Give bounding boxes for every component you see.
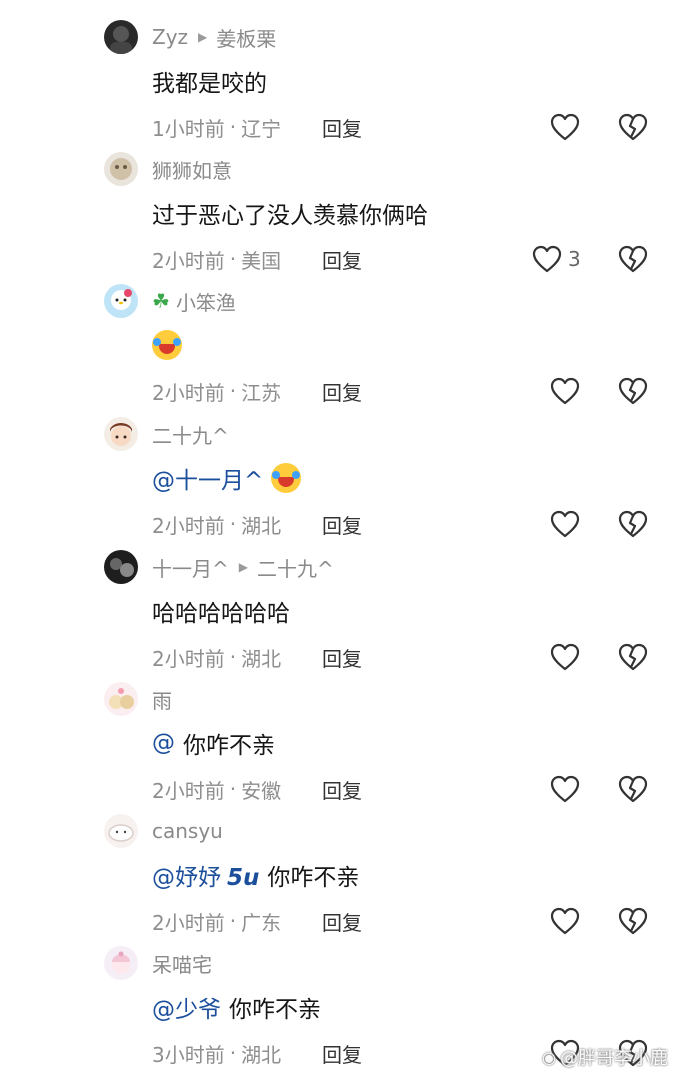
comment-meta: 2小时前 · 江苏 bbox=[152, 379, 282, 405]
clover-icon: ☘ bbox=[152, 289, 170, 313]
reply-button[interactable]: 回复 bbox=[322, 906, 362, 936]
username[interactable]: Zyz bbox=[152, 25, 188, 49]
comment-meta: 3小时前 · 湖北 bbox=[152, 1041, 282, 1067]
comment-item: ☘ 小笨渔 2小时前 · 江苏 回复 bbox=[0, 284, 676, 416]
heart-outline-icon[interactable] bbox=[550, 775, 580, 803]
comment-text: 哈哈哈哈哈哈 bbox=[152, 601, 290, 627]
broken-heart-icon[interactable] bbox=[618, 510, 648, 538]
comment-text: @妤妤 5u 你咋不亲 bbox=[152, 858, 359, 892]
reply-button[interactable]: 回复 bbox=[322, 642, 362, 672]
heart-outline-icon[interactable] bbox=[550, 510, 580, 538]
avatar[interactable] bbox=[104, 20, 138, 54]
comment-item: 狮狮如意 过于恶心了没人羡慕你俩哈 2小时前 · 美国 回复 3 bbox=[0, 152, 676, 284]
comment-item: 十一月^ ▶ 二十九^ 哈哈哈哈哈哈 2小时前 · 湖北 回复 bbox=[0, 550, 676, 682]
broken-heart-icon[interactable] bbox=[618, 643, 648, 671]
avatar[interactable] bbox=[104, 550, 138, 584]
reply-button[interactable]: 回复 bbox=[322, 1038, 362, 1068]
like-button[interactable]: 3 bbox=[532, 242, 581, 276]
username[interactable]: 十一月^ bbox=[152, 553, 229, 582]
avatar[interactable] bbox=[104, 417, 138, 451]
watermark: ◉ @胖哥李小鹿 bbox=[542, 1047, 668, 1070]
heart-outline-icon[interactable] bbox=[550, 113, 580, 141]
username[interactable]: 呆喵宅 bbox=[152, 949, 212, 978]
laughing-crying-emoji-icon bbox=[271, 463, 302, 493]
reply-button[interactable]: 回复 bbox=[322, 244, 362, 274]
comment-text: @十一月^ bbox=[152, 461, 302, 495]
avatar[interactable] bbox=[104, 946, 138, 980]
heart-outline-icon[interactable] bbox=[550, 643, 580, 671]
comment-text: 过于恶心了没人羡慕你俩哈 bbox=[152, 203, 428, 229]
reply-button[interactable]: 回复 bbox=[322, 509, 362, 539]
comment-text: 我都是咬的 bbox=[152, 71, 267, 97]
broken-heart-icon[interactable] bbox=[618, 377, 648, 405]
username-row: 十一月^ ▶ 二十九^ bbox=[152, 553, 334, 582]
broken-heart-icon[interactable] bbox=[618, 113, 648, 141]
comment-meta: 2小时前 · 湖北 bbox=[152, 645, 282, 671]
avatar[interactable] bbox=[104, 682, 138, 716]
triangle-right-icon: ▶ bbox=[238, 560, 248, 574]
weibo-logo-icon: ◉ bbox=[542, 1047, 556, 1067]
comment-item: 二十九^ @十一月^ 2小时前 · 湖北 回复 bbox=[0, 417, 676, 549]
triangle-right-icon: ▶ bbox=[198, 30, 208, 44]
laughing-crying-emoji-icon bbox=[152, 330, 182, 360]
avatar[interactable] bbox=[104, 814, 138, 848]
username-row: cansyu bbox=[152, 818, 223, 844]
mention-link[interactable]: @少爷 bbox=[152, 990, 221, 1024]
heart-outline-icon[interactable] bbox=[550, 377, 580, 405]
broken-heart-icon[interactable] bbox=[618, 907, 648, 935]
username-row: 狮狮如意 bbox=[152, 155, 232, 184]
username[interactable]: 二十九^ bbox=[152, 420, 229, 449]
username-row: Zyz ▶ 姜板栗 bbox=[152, 23, 276, 52]
comment-item: 雨 @ 你咋不亲 2小时前 · 安徽 回复 bbox=[0, 682, 676, 814]
heart-outline-icon[interactable] bbox=[550, 907, 580, 935]
mention-link[interactable]: @ bbox=[152, 730, 175, 756]
avatar[interactable] bbox=[104, 284, 138, 318]
username[interactable]: 雨 bbox=[152, 685, 172, 714]
username-row: 呆喵宅 bbox=[152, 949, 212, 978]
like-count: 3 bbox=[568, 247, 581, 271]
comment-meta: 2小时前 · 广东 bbox=[152, 909, 282, 935]
comment-text bbox=[152, 328, 182, 362]
username[interactable]: 小笨渔 bbox=[176, 287, 236, 316]
reply-button[interactable]: 回复 bbox=[322, 774, 362, 804]
comment-meta: 2小时前 · 美国 bbox=[152, 247, 282, 273]
broken-heart-icon[interactable] bbox=[618, 775, 648, 803]
reply-to-username[interactable]: 二十九^ bbox=[257, 553, 334, 582]
reply-button[interactable]: 回复 bbox=[322, 112, 362, 142]
username-row: 雨 bbox=[152, 685, 172, 714]
comment-meta: 1小时前 · 辽宁 bbox=[152, 115, 282, 141]
heart-outline-icon bbox=[532, 245, 562, 273]
mention-link[interactable]: @妤妤 5u bbox=[152, 858, 259, 892]
username-row: ☘ 小笨渔 bbox=[152, 287, 236, 316]
avatar[interactable] bbox=[104, 152, 138, 186]
comment-text: @少爷 你咋不亲 bbox=[152, 990, 321, 1024]
reply-button[interactable]: 回复 bbox=[322, 376, 362, 406]
username[interactable]: 狮狮如意 bbox=[152, 155, 232, 184]
username-row: 二十九^ bbox=[152, 420, 229, 449]
reply-to-username[interactable]: 姜板栗 bbox=[216, 23, 276, 52]
comment-meta: 2小时前 · 安徽 bbox=[152, 777, 282, 803]
comment-text: @ 你咋不亲 bbox=[152, 730, 275, 759]
comment-item: Zyz ▶ 姜板栗 我都是咬的 1小时前 · 辽宁 回复 bbox=[0, 20, 676, 152]
comment-meta: 2小时前 · 湖北 bbox=[152, 512, 282, 538]
broken-heart-icon[interactable] bbox=[618, 245, 648, 273]
username[interactable]: cansyu bbox=[152, 819, 223, 843]
comment-item: cansyu @妤妤 5u 你咋不亲 2小时前 · 广东 回复 bbox=[0, 814, 676, 946]
mention-link[interactable]: @十一月^ bbox=[152, 461, 263, 495]
